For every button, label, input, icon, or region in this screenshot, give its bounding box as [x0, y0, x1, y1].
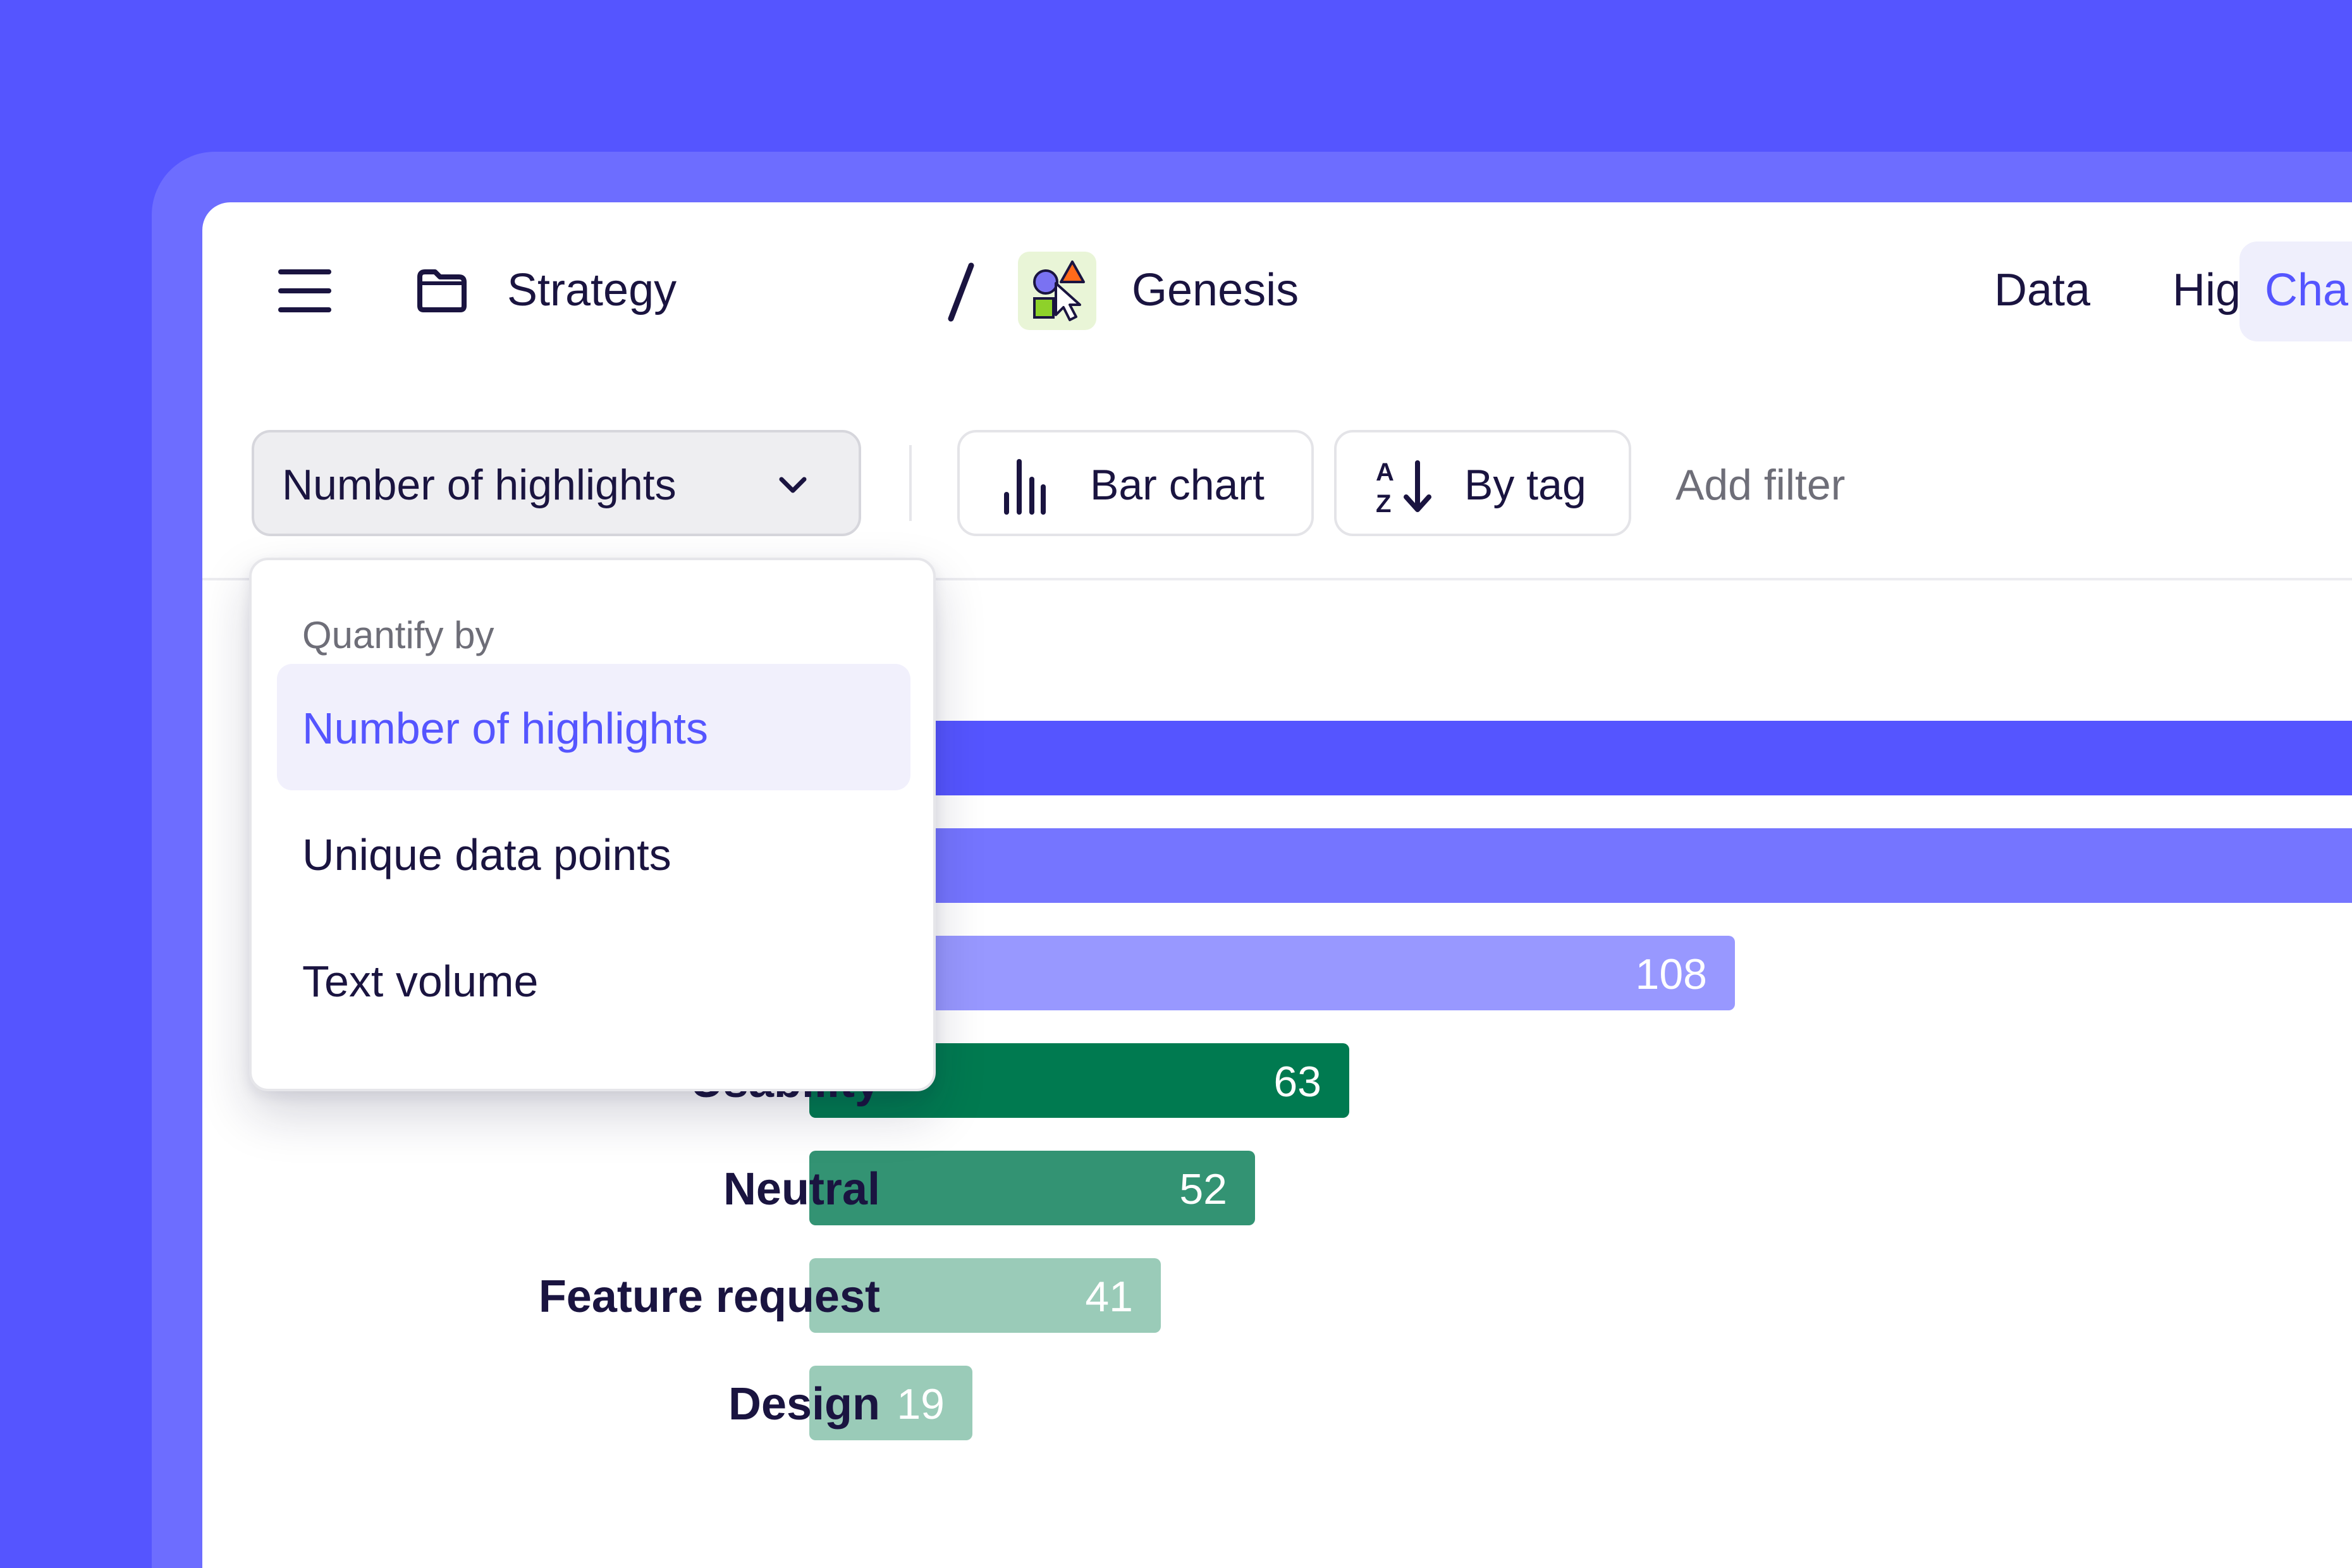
option-number-of-highlights[interactable]: Number of highlights	[277, 664, 910, 790]
option-label: Unique data points	[302, 830, 671, 879]
bar-value-label: 19	[897, 1380, 945, 1428]
bar-category-label: Design	[728, 1379, 880, 1430]
chart-bar[interactable]	[809, 721, 2352, 795]
bar-category-label: Neutral	[723, 1164, 880, 1215]
bar-value-label: 41	[1085, 1273, 1133, 1321]
quantify-by-dropdown: Quantify by Number of highlights Unique …	[249, 558, 936, 1091]
app-window: Strategy Genesis Data Highlights Cha Num…	[202, 202, 2352, 1568]
chart-bar[interactable]	[809, 936, 1735, 1010]
option-label: Number of highlights	[302, 704, 708, 753]
dropdown-heading: Quantify by	[302, 614, 494, 656]
bar-category-label: Feature request	[538, 1271, 880, 1322]
chart-bar[interactable]	[809, 828, 2352, 903]
bar-value-label: 108	[1635, 950, 1707, 998]
option-unique-data-points[interactable]: Unique data points	[277, 790, 910, 917]
option-text-volume[interactable]: Text volume	[277, 917, 910, 1043]
option-label: Text volume	[302, 957, 539, 1006]
bar-value-label: 52	[1179, 1165, 1227, 1213]
bar-value-label: 63	[1273, 1058, 1321, 1106]
